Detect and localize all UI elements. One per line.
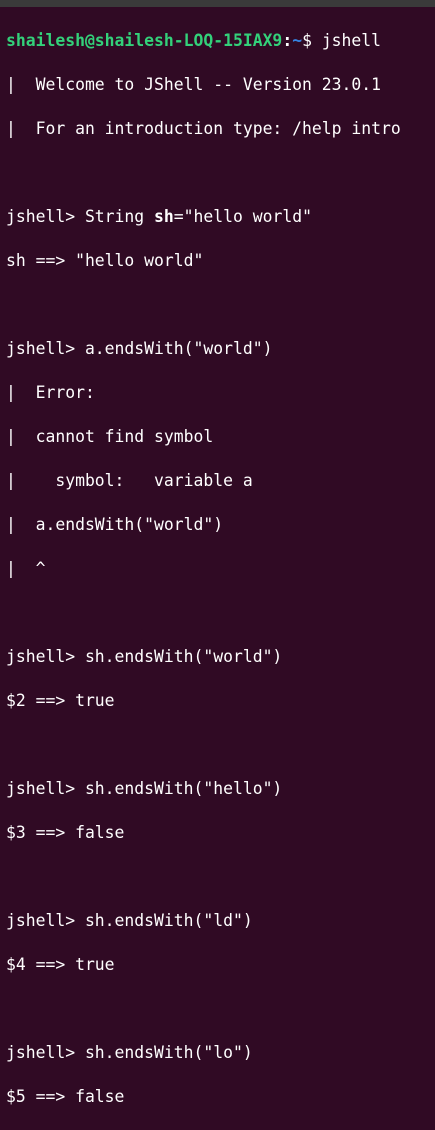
shell-prompt-line: shailesh@shailesh-LOQ-15IAX9:~$ jshell xyxy=(6,30,435,52)
error-line: | ^ xyxy=(6,559,46,578)
jshell-input-line: jshell> sh.endsWith("ld") xyxy=(6,911,253,930)
jshell-input-line: jshell> String sh="hello world" xyxy=(6,206,435,228)
welcome-line: | For an introduction type: /help intro xyxy=(6,119,401,138)
jshell-result-line: $5 ==> false xyxy=(6,1087,125,1106)
variable-name: sh xyxy=(154,207,174,226)
jshell-result-line: $4 ==> true xyxy=(6,955,115,974)
terminal-output[interactable]: shailesh@shailesh-LOQ-15IAX9:~$ jshell |… xyxy=(0,0,435,1106)
prompt-symbol: $ xyxy=(302,31,322,50)
jshell-result-line: $3 ==> false xyxy=(6,823,125,842)
jshell-input-rest: ="hello world" xyxy=(173,207,312,226)
jshell-input-line: jshell> sh.endsWith("world") xyxy=(6,647,283,666)
error-line: | a.endsWith("world") xyxy=(6,515,224,534)
error-line: | cannot find symbol xyxy=(6,427,214,446)
jshell-input-line: jshell> a.endsWith("world") xyxy=(6,339,273,358)
prompt-user-host: shailesh@shailesh-LOQ-15IAX9 xyxy=(6,31,283,50)
error-line: | symbol: variable a xyxy=(6,471,253,490)
welcome-line: | Welcome to JShell -- Version 23.0.1 xyxy=(6,75,381,94)
prompt-path: ~ xyxy=(292,31,303,50)
jshell-input-line: jshell> sh.endsWith("lo") xyxy=(6,1043,253,1062)
jshell-input-line: jshell> sh.endsWith("hello") xyxy=(6,779,283,798)
jshell-result-line: sh ==> "hello world" xyxy=(6,251,204,270)
jshell-input-prefix: jshell> String xyxy=(6,207,155,226)
prompt-command: jshell xyxy=(321,31,382,50)
error-line: | Error: xyxy=(6,383,95,402)
jshell-result-line: $2 ==> true xyxy=(6,691,115,710)
prompt-separator: : xyxy=(282,31,293,50)
